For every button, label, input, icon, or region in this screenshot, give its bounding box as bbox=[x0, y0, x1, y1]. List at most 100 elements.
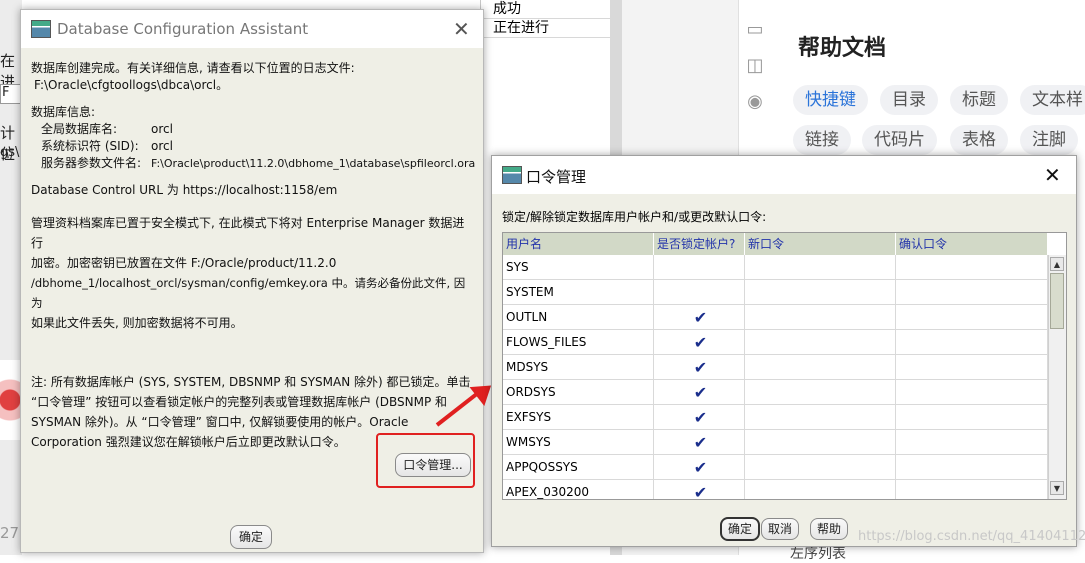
preview-eye-icon[interactable]: ◉ bbox=[745, 92, 765, 112]
new-password-cell[interactable] bbox=[745, 380, 896, 405]
checkmark-icon: ✔ bbox=[693, 483, 708, 500]
table-row[interactable]: SYS bbox=[503, 255, 1048, 280]
column-header-confirm-password[interactable]: 确认口令 bbox=[896, 233, 1048, 255]
status-row: 成功 bbox=[481, 0, 611, 19]
repository-note-3: /dbhome_1/localhost_orcl/sysman/config/e… bbox=[31, 276, 466, 310]
lock-checkbox[interactable]: ✔ bbox=[654, 405, 745, 430]
new-password-cell[interactable] bbox=[745, 280, 896, 305]
table-row[interactable]: MDSYS ✔ bbox=[503, 355, 1048, 380]
table-row[interactable]: APPQOSSYS ✔ bbox=[503, 455, 1048, 480]
confirm-password-cell[interactable] bbox=[896, 480, 1048, 499]
help-chip-shortcuts[interactable]: 快捷键 bbox=[793, 85, 868, 115]
username-cell: EXFSYS bbox=[503, 405, 654, 430]
confirm-password-cell[interactable] bbox=[896, 280, 1048, 305]
help-title: 帮助文档 bbox=[798, 36, 887, 61]
table-header: 用户名 是否锁定帐户? 新口令 确认口令 bbox=[503, 233, 1048, 255]
oracle-app-icon bbox=[502, 166, 522, 184]
status-row: 正在进行 bbox=[481, 19, 611, 38]
dbca-title: Database Configuration Assistant bbox=[57, 20, 309, 38]
new-password-cell[interactable] bbox=[745, 355, 896, 380]
help-chip-code[interactable]: 代码片 bbox=[862, 125, 937, 155]
info-key: 服务器参数文件名: bbox=[41, 156, 142, 170]
info-value: F:\Oracle\product\11.2.0\dbhome_1\databa… bbox=[151, 157, 476, 170]
account-note-1: 注: 所有数据库帐户 (SYS, SYSTEM, DBSNMP 和 SYSMAN… bbox=[31, 375, 471, 389]
close-icon[interactable]: ✕ bbox=[1044, 165, 1061, 185]
db-info-label: 数据库信息: bbox=[31, 105, 96, 119]
confirm-password-cell[interactable] bbox=[896, 355, 1048, 380]
help-chip-toc[interactable]: 目录 bbox=[880, 85, 938, 115]
column-header-new-password[interactable]: 新口令 bbox=[745, 233, 896, 255]
new-password-cell[interactable] bbox=[745, 405, 896, 430]
table-row[interactable]: APEX_030200 ✔ bbox=[503, 480, 1048, 500]
info-value: orcl bbox=[151, 139, 173, 153]
confirm-password-cell[interactable] bbox=[896, 330, 1048, 355]
confirm-password-cell[interactable] bbox=[896, 405, 1048, 430]
new-password-cell[interactable] bbox=[745, 455, 896, 480]
pwd-help-button[interactable]: 帮助 bbox=[810, 518, 848, 540]
new-password-cell[interactable] bbox=[745, 430, 896, 455]
bg-image-fragment bbox=[0, 360, 22, 440]
table-row[interactable]: EXFSYS ✔ bbox=[503, 405, 1048, 430]
confirm-password-cell[interactable] bbox=[896, 455, 1048, 480]
scroll-down-icon[interactable]: ▼ bbox=[1050, 481, 1064, 495]
help-chip-heading[interactable]: 标题 bbox=[950, 85, 1008, 115]
lock-checkbox[interactable] bbox=[654, 255, 745, 280]
lock-checkbox[interactable]: ✔ bbox=[654, 455, 745, 480]
password-management-button[interactable]: 口令管理... bbox=[395, 453, 471, 477]
lock-checkbox[interactable]: ✔ bbox=[654, 480, 745, 500]
scroll-up-icon[interactable]: ▲ bbox=[1050, 257, 1064, 271]
lock-checkbox[interactable]: ✔ bbox=[654, 355, 745, 380]
table-row[interactable]: FLOWS_FILES ✔ bbox=[503, 330, 1048, 355]
pwd-description: 锁定/解除锁定数据库用户帐户和/或更改默认口令: bbox=[502, 210, 767, 224]
table-row[interactable]: OUTLN ✔ bbox=[503, 305, 1048, 330]
help-chip-text-style[interactable]: 文本样 bbox=[1020, 85, 1085, 115]
lock-checkbox[interactable]: ✔ bbox=[654, 330, 745, 355]
checkmark-icon: ✔ bbox=[693, 433, 708, 452]
pwd-title: 口令管理 bbox=[526, 168, 587, 186]
column-header-username[interactable]: 用户名 bbox=[503, 233, 654, 255]
dbca-message: 数据库创建完成。有关详细信息, 请查看以下位置的日志文件: F:\Oracle\… bbox=[31, 60, 476, 333]
background-left-panel: 在进 F 计位 gs\c 279 bbox=[0, 0, 29, 555]
pwd-ok-button[interactable]: 确定 bbox=[720, 517, 760, 541]
pwd-cancel-button[interactable]: 取消 bbox=[761, 518, 799, 540]
username-cell: OUTLN bbox=[503, 305, 654, 330]
split-view-icon[interactable]: ◫ bbox=[745, 56, 765, 76]
repository-note-2: 加密。加密密钥已放置在文件 F:/Oracle/product/11.2.0 bbox=[31, 256, 337, 270]
username-cell: SYSTEM bbox=[503, 280, 654, 305]
new-password-cell[interactable] bbox=[745, 480, 896, 499]
table-row[interactable]: WMSYS ✔ bbox=[503, 430, 1048, 455]
lock-checkbox[interactable]: ✔ bbox=[654, 305, 745, 330]
username-cell: SYS bbox=[503, 255, 654, 280]
pwd-titlebar: 口令管理 ✕ bbox=[492, 156, 1076, 194]
username-cell: ORDSYS bbox=[503, 380, 654, 405]
dbca-titlebar: Database Configuration Assistant ✕ bbox=[21, 10, 483, 48]
new-password-cell[interactable] bbox=[745, 255, 896, 280]
bg-fragment: F bbox=[2, 85, 10, 100]
table-row[interactable]: SYSTEM bbox=[503, 280, 1048, 305]
close-icon[interactable]: ✕ bbox=[453, 19, 470, 39]
confirm-password-cell[interactable] bbox=[896, 380, 1048, 405]
confirm-password-cell[interactable] bbox=[896, 305, 1048, 330]
username-cell: MDSYS bbox=[503, 355, 654, 380]
lock-checkbox[interactable]: ✔ bbox=[654, 430, 745, 455]
lock-checkbox[interactable]: ✔ bbox=[654, 380, 745, 405]
column-header-locked[interactable]: 是否锁定帐户? bbox=[654, 233, 745, 255]
window-icon[interactable]: ▭ bbox=[745, 20, 765, 40]
info-row-sid: 系统标识符 (SID): orcl bbox=[31, 138, 476, 155]
new-password-cell[interactable] bbox=[745, 305, 896, 330]
help-chip-footnote[interactable]: 注脚 bbox=[1020, 125, 1078, 155]
watermark: https://blog.csdn.net/qq_41404112 bbox=[858, 529, 1085, 544]
checkmark-icon: ✔ bbox=[693, 333, 708, 352]
new-password-cell[interactable] bbox=[745, 330, 896, 355]
status-list: 成功 正在进行 bbox=[480, 0, 611, 160]
help-chip-link[interactable]: 链接 bbox=[793, 125, 851, 155]
table-row[interactable]: ORDSYS ✔ bbox=[503, 380, 1048, 405]
lock-checkbox[interactable] bbox=[654, 280, 745, 305]
help-chip-table[interactable]: 表格 bbox=[950, 125, 1008, 155]
confirm-password-cell[interactable] bbox=[896, 255, 1048, 280]
confirm-password-cell[interactable] bbox=[896, 430, 1048, 455]
info-row-gdbname: 全局数据库名: orcl bbox=[31, 121, 476, 138]
ok-button[interactable]: 确定 bbox=[230, 525, 272, 549]
vertical-scrollbar[interactable]: ▲ ▼ bbox=[1048, 255, 1066, 499]
scroll-thumb[interactable] bbox=[1050, 273, 1064, 329]
